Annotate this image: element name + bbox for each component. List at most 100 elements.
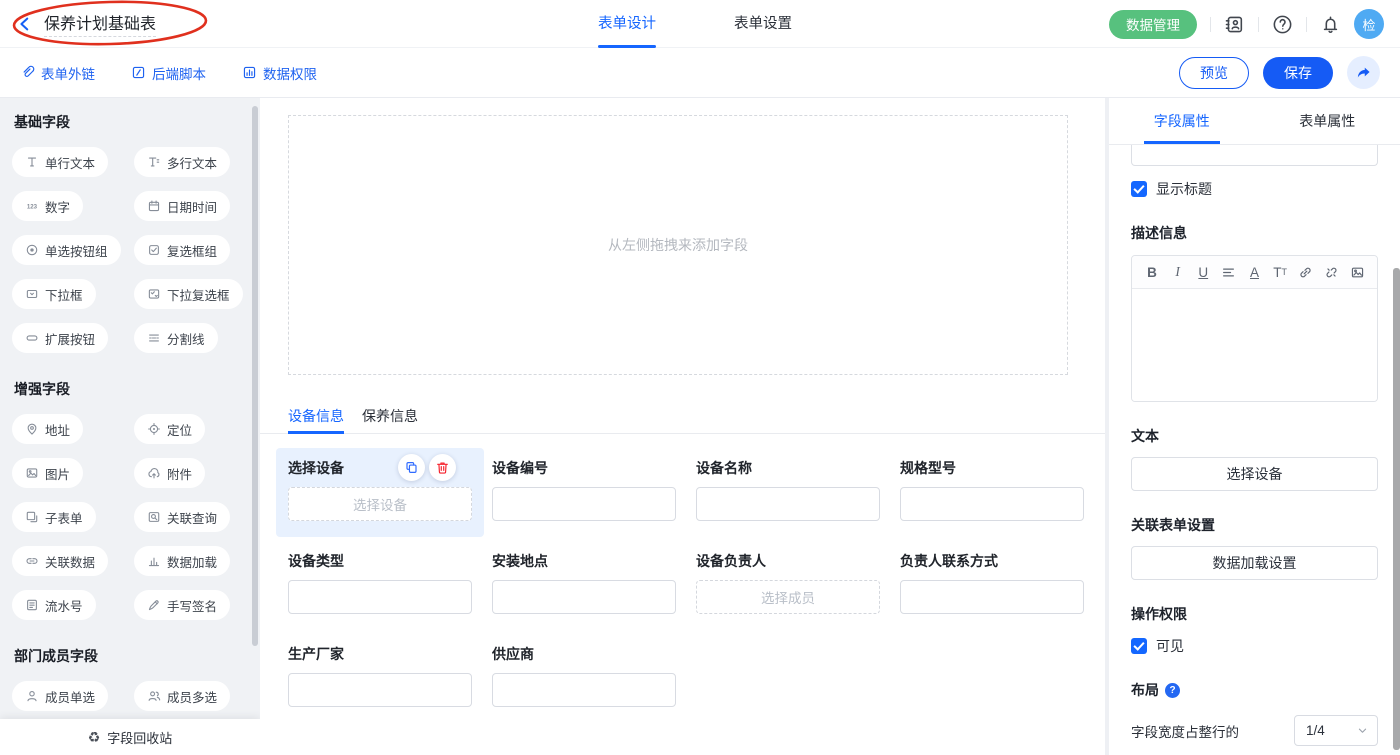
palette-field-数字[interactable]: 123数字 bbox=[12, 191, 83, 221]
palette-field-label: 图片 bbox=[45, 464, 70, 483]
save-button[interactable]: 保存 bbox=[1263, 57, 1333, 89]
bold-icon[interactable]: B bbox=[1144, 265, 1160, 280]
drop-hint-text: 从左侧拖拽来添加字段 bbox=[608, 235, 748, 255]
tab-device-info[interactable]: 设备信息 bbox=[288, 405, 344, 433]
serial-number-icon bbox=[25, 598, 39, 612]
field-input[interactable] bbox=[492, 580, 676, 614]
palette-field-日期时间[interactable]: 日期时间 bbox=[134, 191, 230, 221]
canvas-field-供应商[interactable]: 供应商 bbox=[492, 644, 676, 707]
field-input[interactable] bbox=[900, 487, 1084, 521]
palette-field-成员多选[interactable]: 成员多选 bbox=[134, 681, 230, 711]
palette-field-地址[interactable]: 地址 bbox=[12, 414, 83, 444]
insert-image-icon[interactable] bbox=[1349, 265, 1365, 280]
palette-field-图片[interactable]: 图片 bbox=[12, 458, 83, 488]
preview-button[interactable]: 预览 bbox=[1179, 57, 1249, 89]
field-picker[interactable]: 选择设备 bbox=[288, 487, 472, 521]
data-load-settings-button[interactable]: 数据加载设置 bbox=[1131, 546, 1378, 580]
canvas-field-规格型号[interactable]: 规格型号 bbox=[900, 458, 1084, 521]
palette-field-label: 成员多选 bbox=[167, 687, 217, 706]
tab-form-properties[interactable]: 表单属性 bbox=[1255, 98, 1400, 144]
palette-field-下拉框[interactable]: 下拉框 bbox=[12, 279, 96, 309]
tab-field-properties[interactable]: 字段属性 bbox=[1109, 98, 1255, 144]
palette-field-关联查询[interactable]: 关联查询 bbox=[134, 502, 230, 532]
back-button[interactable] bbox=[16, 15, 34, 33]
share-button[interactable] bbox=[1347, 56, 1380, 89]
linked-data-icon bbox=[25, 554, 39, 568]
delete-field-button[interactable] bbox=[429, 454, 456, 481]
contacts-icon[interactable] bbox=[1224, 14, 1245, 35]
field-label: 设备类型 bbox=[288, 551, 472, 571]
field-input[interactable] bbox=[288, 580, 472, 614]
palette-field-手写签名[interactable]: 手写签名 bbox=[134, 590, 230, 620]
italic-icon[interactable]: I bbox=[1170, 264, 1186, 280]
field-label: 安装地点 bbox=[492, 551, 676, 571]
palette-field-定位[interactable]: 定位 bbox=[134, 414, 205, 444]
palette-field-下拉复选框[interactable]: 下拉复选框 bbox=[134, 279, 243, 309]
palette-field-流水号[interactable]: 流水号 bbox=[12, 590, 96, 620]
field-input[interactable] bbox=[492, 487, 676, 521]
drop-zone[interactable]: 从左侧拖拽来添加字段 bbox=[288, 115, 1068, 375]
underline-icon[interactable]: U bbox=[1195, 265, 1211, 280]
field-title-input-partial[interactable] bbox=[1131, 145, 1378, 166]
canvas-field-设备名称[interactable]: 设备名称 bbox=[696, 458, 880, 521]
canvas-field-设备类型[interactable]: 设备类型 bbox=[288, 551, 472, 614]
toolbar-link-后端脚本[interactable]: 后端脚本 bbox=[131, 63, 206, 83]
layout-width-row: 字段宽度占整行的 1/4 bbox=[1131, 715, 1378, 746]
header-actions: 数据管理 检 bbox=[1109, 0, 1384, 48]
bell-icon[interactable] bbox=[1320, 14, 1341, 35]
tab-form-design[interactable]: 表单设计 bbox=[598, 0, 656, 48]
avatar[interactable]: 检 bbox=[1354, 9, 1384, 39]
palette-field-关联数据[interactable]: 关联数据 bbox=[12, 546, 108, 576]
palette-field-附件[interactable]: 附件 bbox=[134, 458, 205, 488]
tab-form-settings[interactable]: 表单设置 bbox=[734, 0, 792, 48]
palette-field-分割线[interactable]: 分割线 bbox=[134, 323, 218, 353]
font-size-icon[interactable]: TT bbox=[1272, 265, 1288, 280]
canvas-field-设备负责人[interactable]: 设备负责人选择成员 bbox=[696, 551, 880, 614]
palette-field-复选框组[interactable]: 复选框组 bbox=[134, 235, 230, 265]
visible-checkbox[interactable] bbox=[1131, 638, 1147, 654]
toolbar-link-表单外链[interactable]: 表单外链 bbox=[20, 63, 95, 83]
palette-field-单行文本[interactable]: 单行文本 bbox=[12, 147, 108, 177]
canvas-field-安装地点[interactable]: 安装地点 bbox=[492, 551, 676, 614]
show-title-checkbox[interactable] bbox=[1131, 181, 1147, 197]
select-icon bbox=[25, 287, 39, 301]
field-input[interactable] bbox=[696, 487, 880, 521]
palette-field-成员单选[interactable]: 成员单选 bbox=[12, 681, 108, 711]
window-scrollbar[interactable] bbox=[1393, 268, 1400, 750]
palette-field-多行文本[interactable]: 多行文本 bbox=[134, 147, 230, 177]
palette-field-label: 下拉框 bbox=[45, 285, 83, 304]
field-recycle-bin[interactable]: ♻ 字段回收站 bbox=[0, 719, 260, 755]
canvas-field-设备编号[interactable]: 设备编号 bbox=[492, 458, 676, 521]
palette-field-单选按钮组[interactable]: 单选按钮组 bbox=[12, 235, 121, 265]
field-input[interactable] bbox=[492, 673, 676, 707]
insert-link-icon[interactable] bbox=[1298, 265, 1314, 280]
description-editor: BIU A TT bbox=[1131, 255, 1378, 402]
toolbar-link-label: 表单外链 bbox=[41, 63, 95, 83]
sidebar-scrollbar[interactable] bbox=[252, 106, 258, 646]
palette-field-子表单[interactable]: 子表单 bbox=[12, 502, 96, 532]
toolbar-link-数据权限[interactable]: 数据权限 bbox=[242, 63, 317, 83]
page-title[interactable]: 保养计划基础表 bbox=[44, 10, 156, 37]
align-icon[interactable] bbox=[1221, 265, 1237, 280]
field-picker[interactable]: 选择成员 bbox=[696, 580, 880, 614]
font-color-icon[interactable]: A bbox=[1247, 265, 1263, 280]
layout-section-title: 布局 ? bbox=[1131, 680, 1378, 700]
palette-field-扩展按钮[interactable]: 扩展按钮 bbox=[12, 323, 108, 353]
field-input[interactable] bbox=[288, 673, 472, 707]
canvas-fields: 选择设备选择设备设备编号设备名称规格型号设备类型安装地点设备负责人选择成员负责人… bbox=[260, 434, 1105, 707]
copy-field-button[interactable] bbox=[398, 454, 425, 481]
width-fraction-select[interactable]: 1/4 bbox=[1294, 715, 1378, 746]
palette-field-数据加载[interactable]: 数据加载 bbox=[134, 546, 230, 576]
image-icon bbox=[25, 466, 39, 480]
tab-maintenance-info[interactable]: 保养信息 bbox=[362, 405, 418, 433]
canvas-field-生产厂家[interactable]: 生产厂家 bbox=[288, 644, 472, 707]
layout-help-icon[interactable]: ? bbox=[1165, 683, 1180, 698]
help-icon[interactable] bbox=[1272, 14, 1293, 35]
editor-textarea[interactable] bbox=[1132, 289, 1377, 401]
remove-link-icon[interactable] bbox=[1323, 265, 1339, 280]
select-device-button[interactable]: 选择设备 bbox=[1131, 457, 1378, 491]
canvas-field-负责人联系方式[interactable]: 负责人联系方式 bbox=[900, 551, 1084, 614]
canvas-field-选择设备[interactable]: 选择设备选择设备 bbox=[288, 458, 472, 521]
data-manage-button[interactable]: 数据管理 bbox=[1109, 10, 1197, 39]
field-input[interactable] bbox=[900, 580, 1084, 614]
